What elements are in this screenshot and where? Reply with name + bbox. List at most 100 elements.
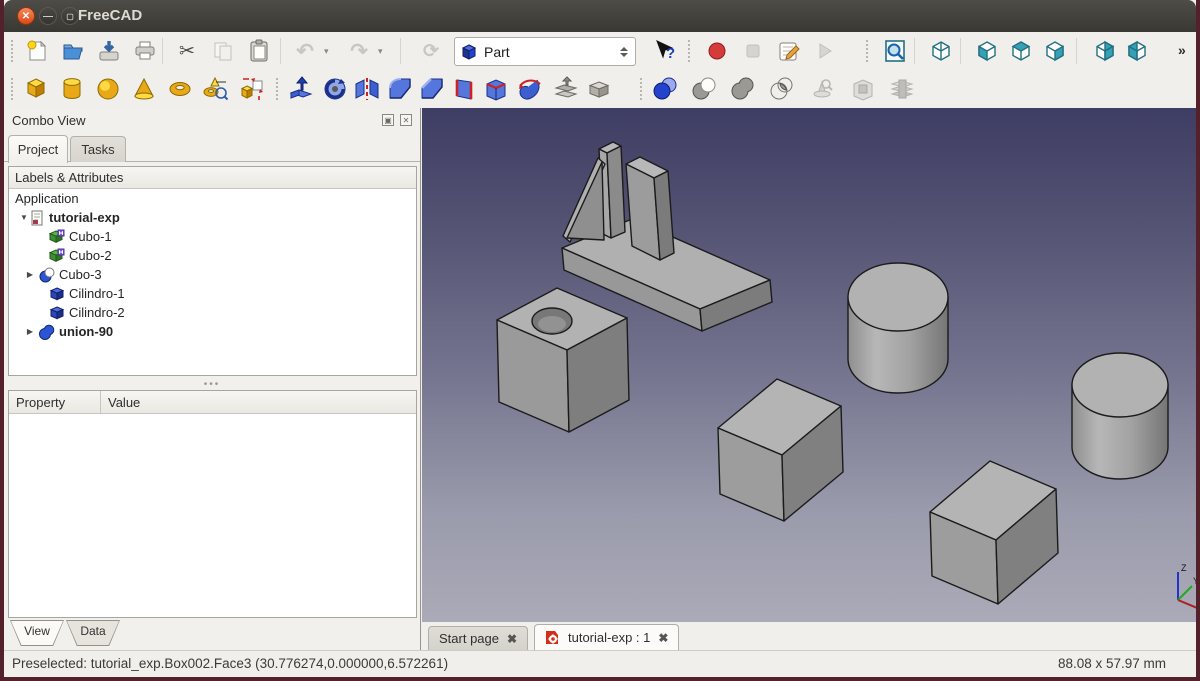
edit-shape-button[interactable] <box>847 73 879 105</box>
fit-all-button[interactable] <box>880 36 910 66</box>
float-panel-icon[interactable]: ▣ <box>382 114 394 126</box>
workbench-selector[interactable]: Part <box>454 37 636 66</box>
mirror-button[interactable] <box>351 73 383 105</box>
toolbar-separator <box>280 38 281 64</box>
toolbar-overflow-button[interactable]: » <box>1178 42 1186 58</box>
property-table-header: Property Value <box>9 391 416 414</box>
paste-button[interactable] <box>244 36 274 66</box>
undo-dropdown-caret[interactable]: ▾ <box>324 46 329 57</box>
toolbar-grip[interactable] <box>640 78 646 100</box>
boolean-intersection-button[interactable] <box>766 73 798 105</box>
macro-stop-button[interactable] <box>738 36 768 66</box>
close-panel-icon[interactable]: ✕ <box>400 114 412 126</box>
part-sphere-button[interactable] <box>92 73 124 105</box>
boolean-intersection-icon <box>770 77 793 100</box>
panel-splitter[interactable]: ••• <box>204 379 221 390</box>
part-torus-button[interactable] <box>164 73 196 105</box>
whats-this-button[interactable]: ? <box>650 36 680 66</box>
property-column-header[interactable]: Property <box>9 391 101 413</box>
boolean-cut-button[interactable] <box>688 73 720 105</box>
tree-root-application[interactable]: Application <box>9 189 416 208</box>
toolbar-grip[interactable] <box>688 40 694 62</box>
tree-item[interactable]: Cilindro-1 <box>9 284 416 303</box>
axonometric-view-button[interactable] <box>926 36 956 66</box>
fillet-button[interactable] <box>384 73 416 105</box>
workbench-selector-spinner[interactable] <box>620 46 628 57</box>
title-bar[interactable]: ✕ — ▢ FreeCAD <box>4 0 1196 32</box>
solid-cube[interactable] <box>717 378 844 522</box>
right-view-button[interactable] <box>1040 36 1070 66</box>
chamfer-button[interactable] <box>416 73 448 105</box>
tree-item[interactable]: Cilindro-2 <box>9 303 416 322</box>
toolbar-grip[interactable] <box>11 78 17 100</box>
shape-builder-icon <box>240 78 263 100</box>
tab-view[interactable]: View <box>10 620 64 646</box>
tab-project[interactable]: Project <box>8 135 68 163</box>
solid-cylinder[interactable] <box>847 262 949 394</box>
top-view-button[interactable] <box>1006 36 1036 66</box>
minimize-window-button[interactable]: — <box>39 7 57 25</box>
left-view-button[interactable] <box>1122 36 1152 66</box>
3d-viewport-canvas[interactable]: Z Y X <box>422 108 1200 622</box>
close-window-button[interactable]: ✕ <box>17 7 35 25</box>
tree-item[interactable]: Cubo-2 <box>9 246 416 265</box>
tab-tasks[interactable]: Tasks <box>70 136 126 162</box>
tree-item[interactable]: ▶ union-90 <box>9 322 416 341</box>
tree-item[interactable]: Cubo-1 <box>9 227 416 246</box>
save-document-button[interactable] <box>94 36 124 66</box>
sweep-button[interactable] <box>514 73 546 105</box>
tree-item[interactable]: ▶ Cubo-3 <box>9 265 416 284</box>
rear-view-button[interactable] <box>1090 36 1120 66</box>
solid-cube-with-hole[interactable] <box>496 287 630 433</box>
cross-sections-button[interactable] <box>886 73 918 105</box>
mdi-tab-document[interactable]: tutorial-exp : 1 ✖ <box>534 624 680 650</box>
mdi-tab-start-page[interactable]: Start page ✖ <box>428 626 529 650</box>
revolve-button[interactable] <box>319 73 351 105</box>
redo-button[interactable]: ↷ <box>344 36 374 66</box>
print-button[interactable] <box>130 36 160 66</box>
loft-button[interactable] <box>480 73 512 105</box>
tree-document-tutorial-exp[interactable]: ▼ tutorial-exp <box>9 208 416 227</box>
refresh-button[interactable]: ⟳ <box>416 36 446 66</box>
toolbar-grip[interactable] <box>11 40 17 62</box>
cylinder-icon <box>63 78 81 100</box>
solid-cube[interactable] <box>929 460 1059 605</box>
part-box-button[interactable] <box>20 73 52 105</box>
redo-dropdown-caret[interactable]: ▾ <box>378 46 383 57</box>
solid-t-bracket[interactable] <box>561 141 773 332</box>
3d-viewport[interactable]: Z Y X <box>422 108 1200 622</box>
macro-edit-button[interactable] <box>774 36 804 66</box>
maximize-window-button[interactable]: ▢ <box>61 7 79 25</box>
part-cone-button[interactable] <box>128 73 160 105</box>
new-document-button[interactable] <box>22 36 52 66</box>
expander-icon[interactable]: ▶ <box>25 327 35 336</box>
tab-data[interactable]: Data <box>66 620 120 646</box>
create-primitives-button[interactable] <box>200 73 232 105</box>
undo-button[interactable]: ↶ <box>290 36 320 66</box>
shape-builder-button[interactable] <box>236 73 268 105</box>
boolean-button[interactable] <box>649 73 681 105</box>
cross-sections-icon <box>890 79 914 99</box>
expander-icon[interactable]: ▼ <box>19 213 29 222</box>
macro-record-button[interactable] <box>702 36 732 66</box>
value-column-header[interactable]: Value <box>101 391 416 413</box>
macro-execute-button[interactable] <box>810 36 840 66</box>
boolean-union-button[interactable] <box>727 73 759 105</box>
toolbar-grip[interactable] <box>866 40 872 62</box>
copy-button[interactable] <box>208 36 238 66</box>
ruled-surface-button[interactable] <box>448 73 480 105</box>
boolean-icon <box>653 77 677 100</box>
expander-icon[interactable]: ▶ <box>25 270 35 279</box>
solid-cylinder[interactable] <box>1071 352 1169 480</box>
part-cylinder-button[interactable] <box>56 73 88 105</box>
toolbar-grip[interactable] <box>276 78 282 100</box>
check-geometry-button[interactable] <box>805 73 837 105</box>
close-tab-icon[interactable]: ✖ <box>658 631 668 645</box>
close-tab-icon[interactable]: ✖ <box>507 632 517 646</box>
thickness-button[interactable] <box>583 73 615 105</box>
offset-button[interactable] <box>550 73 582 105</box>
extrude-button[interactable] <box>285 73 317 105</box>
cut-button[interactable]: ✂ <box>172 36 202 66</box>
open-document-button[interactable] <box>58 36 88 66</box>
front-view-button[interactable] <box>972 36 1002 66</box>
